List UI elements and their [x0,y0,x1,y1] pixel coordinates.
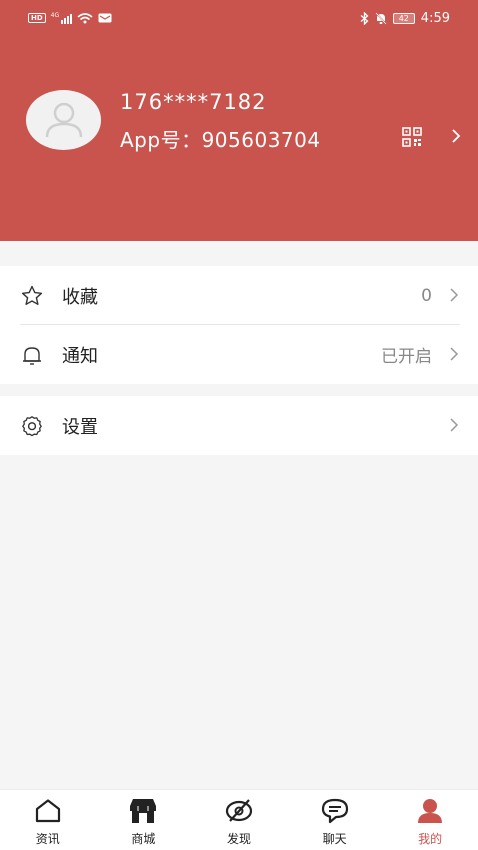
tab-discover[interactable]: 发现 [191,790,287,850]
bottom-tab-bar: 资讯 商城 发现 聊天 我的 [0,789,478,850]
favorites-row[interactable]: 收藏 0 [0,266,478,325]
message-icon [98,13,112,23]
tab-mall[interactable]: 商城 [96,790,192,850]
menu-card-primary: 收藏 0 通知 已开启 [0,266,478,384]
star-icon [21,285,43,305]
chevron-right-icon [450,418,459,432]
notifications-status: 已开启 [381,347,432,367]
chevron-right-icon [450,288,459,302]
profile-row[interactable]: 176****7182 App号：905603704 [26,90,466,152]
user-icon [418,799,443,823]
phone-number: 176****7182 [120,90,267,114]
avatar[interactable] [26,90,101,150]
network-type: 4G [50,11,60,19]
qr-code-icon[interactable] [402,127,422,147]
favorites-count: 0 [421,285,432,306]
tab-label: 商城 [131,832,156,846]
chevron-right-icon[interactable] [449,126,463,146]
tab-label: 聊天 [322,832,347,846]
wifi-icon [77,12,93,23]
chat-icon [321,798,348,824]
profile-header: HD 4G 42 4:59 176****7182 App号：905603704 [0,0,478,241]
menu-card-settings: 设置 [0,396,478,455]
signal-icon: 4G [50,11,73,24]
tab-chat[interactable]: 聊天 [287,790,383,850]
hd-icon: HD [28,13,46,23]
settings-label: 设置 [62,416,98,438]
notifications-label: 通知 [62,345,98,367]
gear-icon [22,415,42,436]
status-bar: HD 4G 42 4:59 [0,0,478,36]
battery-icon: 42 [392,12,415,24]
app-id: App号：905603704 [120,128,321,152]
home-icon [35,799,60,823]
tab-news[interactable]: 资讯 [0,790,96,850]
tab-label: 发现 [226,832,251,846]
store-icon [130,799,157,823]
battery-level: 42 [398,13,409,23]
discover-icon [225,799,253,822]
clock: 4:59 [420,10,450,26]
bluetooth-icon [360,11,369,25]
favorites-label: 收藏 [62,286,98,308]
notifications-row[interactable]: 通知 已开启 [0,325,478,384]
mute-bell-icon [375,11,387,25]
user-placeholder-icon [45,102,82,138]
bell-icon [23,346,41,365]
chevron-right-icon [450,347,459,361]
tab-me[interactable]: 我的 [382,790,478,850]
tab-label: 我的 [418,832,443,846]
tab-label: 资讯 [35,832,60,846]
settings-row[interactable]: 设置 [0,396,478,455]
